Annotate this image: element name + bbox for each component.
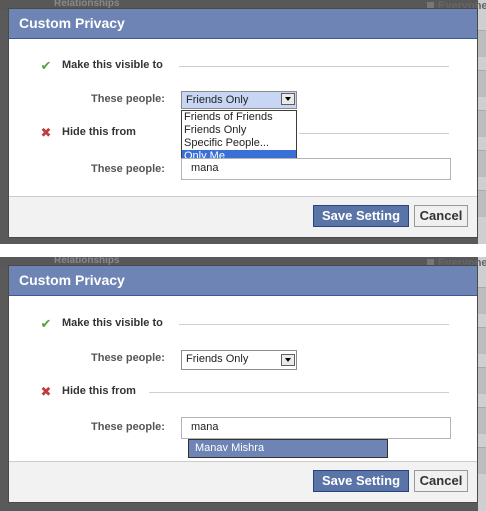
- hide-people-input[interactable]: mana: [181, 158, 451, 180]
- background-row: [478, 327, 486, 354]
- divider: [149, 392, 449, 393]
- check-icon: ✔: [40, 58, 52, 73]
- hide-these-people-label: These people:: [91, 163, 165, 175]
- screenshot-bottom: Relationships Everyone Custom Privacy ✔ …: [0, 257, 486, 511]
- cancel-button[interactable]: Cancel: [414, 470, 468, 492]
- background-row: [478, 287, 486, 314]
- divider: [179, 66, 449, 67]
- these-people-label: These people:: [91, 93, 165, 105]
- dialog-footer: Save Setting Cancel: [9, 461, 477, 502]
- cancel-button[interactable]: Cancel: [414, 205, 468, 227]
- background-row: [478, 407, 486, 434]
- check-icon: ✔: [40, 316, 52, 331]
- dialog-title: Custom Privacy: [9, 266, 477, 296]
- divider: [179, 324, 449, 325]
- privacy-select[interactable]: Friends Only: [181, 350, 297, 370]
- x-icon: ✖: [40, 125, 52, 140]
- chevron-down-icon[interactable]: [281, 354, 295, 366]
- x-icon: ✖: [40, 384, 52, 399]
- hide-these-people-label: These people:: [91, 421, 165, 433]
- background-row: [478, 150, 486, 177]
- these-people-label: These people:: [91, 352, 165, 364]
- screenshot-top: Relationships Everyone Custom Privacy ✔ …: [0, 0, 486, 244]
- background-right-column: [478, 0, 486, 244]
- option-friends-of-friends[interactable]: Friends of Friends: [182, 111, 296, 124]
- background-row: [478, 367, 486, 394]
- option-friends-only[interactable]: Friends Only: [182, 124, 296, 137]
- background-row: [478, 190, 486, 217]
- save-setting-button[interactable]: Save Setting: [313, 205, 409, 227]
- dialog-footer: Save Setting Cancel: [9, 196, 477, 237]
- background-row: [478, 447, 486, 474]
- option-specific-people[interactable]: Specific People...: [182, 137, 296, 150]
- privacy-dropdown-menu: Friends of Friends Friends Only Specific…: [181, 110, 297, 164]
- suggestion-item[interactable]: Manav Mishra: [188, 439, 388, 458]
- custom-privacy-dialog: Custom Privacy ✔ Make this visible to Th…: [8, 265, 478, 503]
- dialog-title: Custom Privacy: [9, 9, 477, 39]
- custom-privacy-dialog: Custom Privacy ✔ Make this visible to Th…: [8, 8, 478, 238]
- save-setting-button[interactable]: Save Setting: [313, 470, 409, 492]
- divider: [299, 133, 449, 134]
- background-row: [478, 30, 486, 57]
- background-right-column: [478, 257, 486, 511]
- hide-people-input[interactable]: mana: [181, 417, 451, 439]
- background-row: [478, 110, 486, 137]
- privacy-select[interactable]: Friends Only: [181, 91, 297, 109]
- background-row: [478, 70, 486, 97]
- chevron-down-icon[interactable]: [281, 93, 295, 105]
